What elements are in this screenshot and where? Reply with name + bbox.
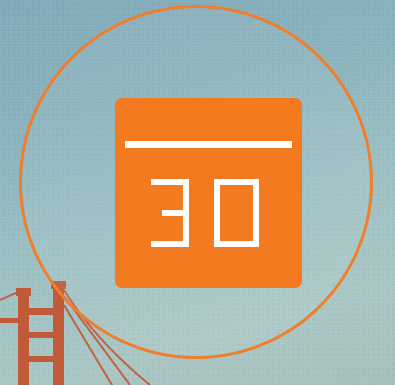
calendar-header-bar bbox=[125, 141, 292, 148]
calendar-day-digits bbox=[151, 179, 259, 247]
app-icon-screen: 30 bbox=[0, 0, 395, 385]
calendar-icon[interactable]: 30 bbox=[115, 98, 302, 288]
